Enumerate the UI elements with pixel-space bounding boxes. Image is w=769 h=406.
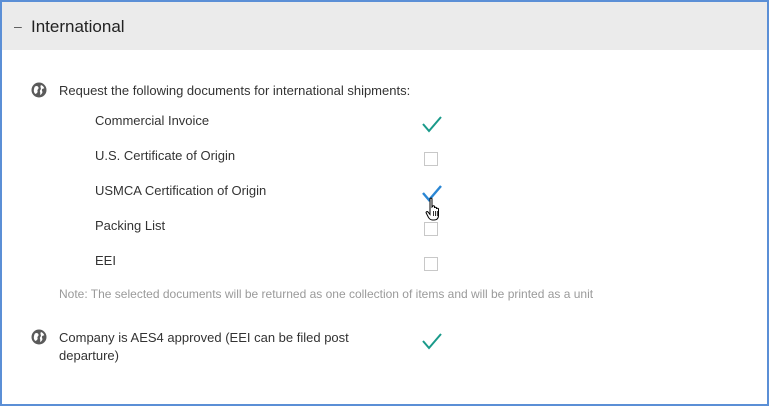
doc-label-us-certificate-of-origin: U.S. Certificate of Origin bbox=[95, 148, 236, 163]
checkmark-icon-commercial-invoice[interactable] bbox=[421, 114, 443, 134]
doc-label-usmca-certification: USMCA Certification of Origin bbox=[95, 183, 267, 198]
international-panel: – International Request the following do… bbox=[0, 0, 769, 406]
globe-icon bbox=[31, 82, 47, 98]
hand-pointer-cursor-icon bbox=[425, 197, 439, 221]
request-documents-label: Request the following documents for inte… bbox=[59, 83, 411, 98]
collapse-icon[interactable]: – bbox=[14, 18, 22, 34]
aes4-label-line1: Company is AES4 approved (EEI can be fil… bbox=[59, 330, 349, 345]
documents-note: Note: The selected documents will be ret… bbox=[59, 287, 594, 301]
globe-icon bbox=[31, 329, 47, 345]
doc-label-commercial-invoice: Commercial Invoice bbox=[95, 113, 210, 128]
aes4-label-line2: departure) bbox=[59, 348, 119, 363]
section-header[interactable]: – International bbox=[2, 2, 767, 50]
checkbox-us-certificate-of-origin[interactable] bbox=[424, 152, 438, 166]
doc-label-packing-list: Packing List bbox=[95, 218, 166, 233]
checkbox-packing-list[interactable] bbox=[424, 222, 438, 236]
checkbox-eei[interactable] bbox=[424, 257, 438, 271]
checkmark-icon-aes4[interactable] bbox=[421, 331, 443, 351]
section-title: International bbox=[31, 17, 125, 36]
doc-label-eei: EEI bbox=[95, 253, 116, 268]
